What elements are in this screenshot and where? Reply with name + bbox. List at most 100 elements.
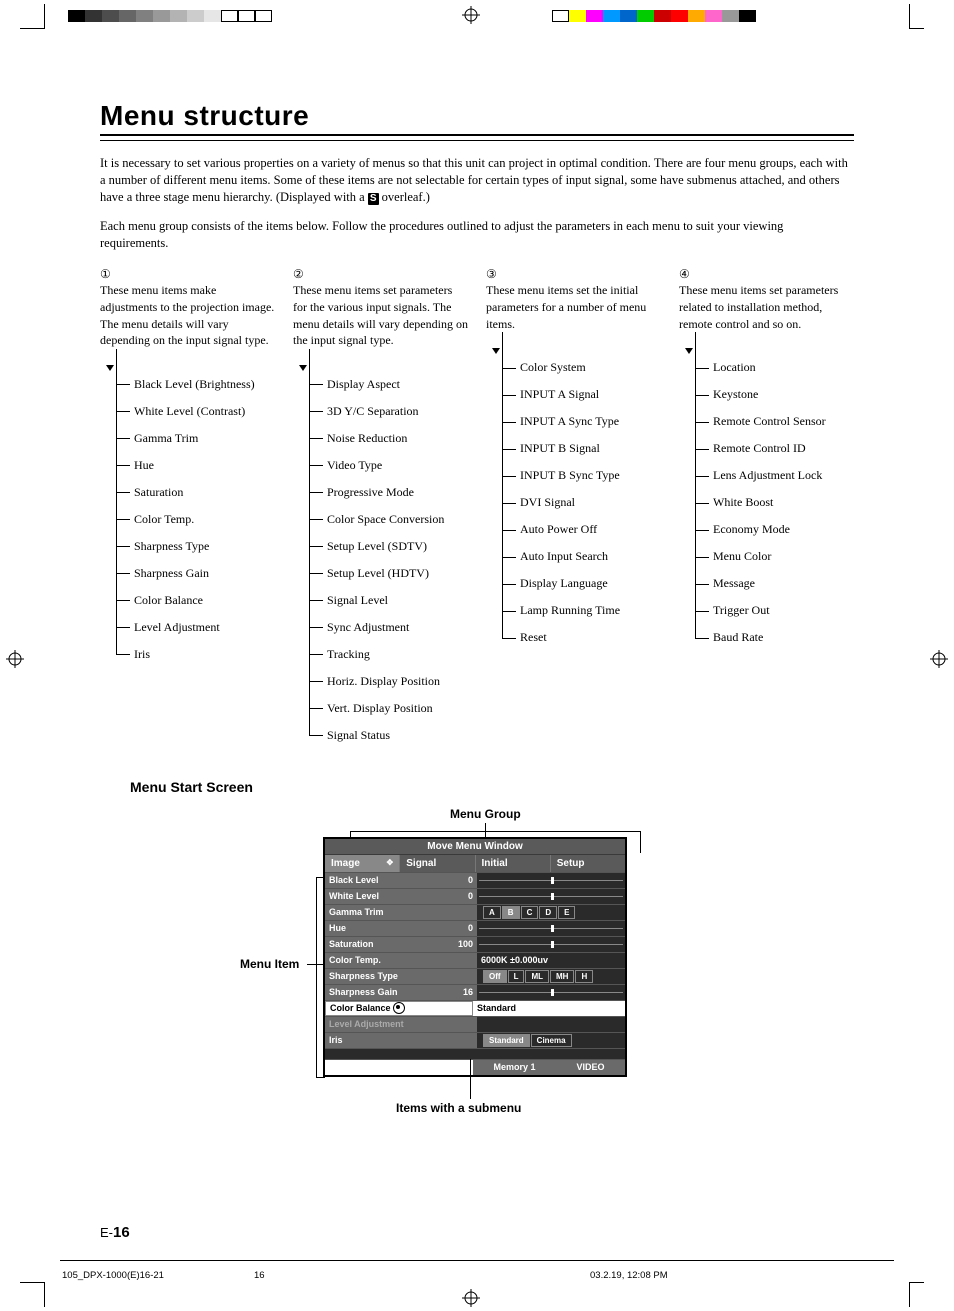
crop-mark (20, 1282, 45, 1307)
page-title: Menu structure (100, 100, 854, 132)
osd-row[interactable]: Color BalanceStandard (325, 1000, 625, 1016)
osd-row-label: Saturation100 (325, 937, 477, 952)
osd-row-value[interactable] (477, 985, 625, 1000)
print-colorbar-right (552, 10, 756, 22)
menu-tree-item: Location (695, 354, 854, 381)
menu-tree-item: Remote Control ID (695, 435, 854, 462)
registration-mark-top (462, 6, 480, 24)
menu-tree-item: Economy Mode (695, 516, 854, 543)
osd-tab[interactable]: Setup (551, 855, 625, 872)
menu-tree-item: Saturation (116, 479, 275, 506)
footer-date: 03.2.19, 12:08 PM (590, 1270, 668, 1281)
menu-tree-item: Signal Level (309, 587, 468, 614)
crop-mark (20, 4, 45, 29)
osd-row[interactable]: Gamma TrimABCDE (325, 904, 625, 920)
menu-tree-item: Color Space Conversion (309, 506, 468, 533)
osd-row[interactable]: IrisStandardCinema (325, 1032, 625, 1048)
menu-tree-item: Progressive Mode (309, 479, 468, 506)
osd-row-value[interactable]: 6000K ±0.000uv (477, 953, 625, 968)
menu-tree-item: INPUT A Signal (502, 381, 661, 408)
menu-tree-item: Color Balance (116, 587, 275, 614)
osd-foot-source: VIDEO (576, 1060, 604, 1075)
menu-tree-item: 3D Y/C Separation (309, 398, 468, 425)
osd-row-value[interactable]: OffLMLMHH (477, 969, 625, 984)
submenu-indicator-icon (393, 1002, 405, 1014)
menu-tree-item: Sharpness Gain (116, 560, 275, 587)
menu-columns: ① These menu items make adjustments to th… (100, 266, 854, 749)
page-number: E-16 (100, 1224, 130, 1241)
osd-row[interactable]: Saturation100 (325, 936, 625, 952)
column-desc: These menu items set parameters for the … (293, 283, 468, 347)
menu-tree-item: Auto Power Off (502, 516, 661, 543)
menu-tree-item: Lamp Running Time (502, 597, 661, 624)
registration-mark-right (930, 650, 948, 668)
osd-row[interactable]: Color Temp.6000K ±0.000uv (325, 952, 625, 968)
osd-row-label: Color Temp. (325, 953, 477, 968)
menu-column: ④ These menu items set parameters related… (679, 266, 854, 749)
osd-row-label: Sharpness Type (325, 969, 477, 984)
osd-row[interactable]: Sharpness Gain16 (325, 984, 625, 1000)
osd-row-label: Black Level0 (325, 873, 477, 888)
menu-tree: Black Level (Brightness)White Level (Con… (100, 371, 275, 668)
menu-tree-item: Remote Control Sensor (695, 408, 854, 435)
osd-tab[interactable]: Initial (476, 855, 551, 872)
osd-row-value[interactable] (477, 873, 625, 888)
label-menu-group: Menu Group (450, 807, 521, 821)
menu-tree-item: INPUT B Signal (502, 435, 661, 462)
column-desc: These menu items set parameters related … (679, 283, 838, 330)
menu-tree: Display Aspect3D Y/C SeparationNoise Red… (293, 371, 468, 749)
column-num: ④ (679, 267, 690, 281)
osd-row-value[interactable] (477, 937, 625, 952)
menu-tree-item: Signal Status (309, 722, 468, 749)
crop-mark (909, 4, 924, 29)
menu-tree-item: Color Temp. (116, 506, 275, 533)
menu-tree-item: Menu Color (695, 543, 854, 570)
menu-tree-item: Level Adjustment (116, 614, 275, 641)
registration-mark-bottom (462, 1289, 480, 1307)
menu-tree-item: Message (695, 570, 854, 597)
osd-row[interactable]: Hue0 (325, 920, 625, 936)
osd-row-label: White Level0 (325, 889, 477, 904)
osd-row-value[interactable] (477, 889, 625, 904)
menu-tree-item: Hue (116, 452, 275, 479)
menu-column: ① These menu items make adjustments to th… (100, 266, 293, 749)
menu-tree-item: Baud Rate (695, 624, 854, 651)
column-desc: These menu items make adjustments to the… (100, 283, 274, 347)
osd-row[interactable]: Level Adjustment (325, 1016, 625, 1032)
title-rule-thin (100, 140, 854, 141)
osd-row-value[interactable]: Standard (473, 1001, 625, 1016)
osd-tab[interactable]: Image ✥ (325, 855, 400, 872)
column-num: ② (293, 267, 304, 281)
s-badge-icon: S (368, 193, 379, 205)
menu-tree-item: DVI Signal (502, 489, 661, 516)
menu-tree-item: Setup Level (SDTV) (309, 533, 468, 560)
osd-row-label: Iris (325, 1033, 477, 1048)
menu-tree-item: Tracking (309, 641, 468, 668)
menu-tree-item: Black Level (Brightness) (116, 371, 275, 398)
osd-footer: Memory 1VIDEO (325, 1059, 625, 1075)
osd-row[interactable]: White Level0 (325, 888, 625, 904)
osd-menu-window: Move Menu Window Image ✥SignalInitialSet… (323, 837, 627, 1077)
osd-row-value[interactable] (477, 921, 625, 936)
menu-tree-item: Vert. Display Position (309, 695, 468, 722)
osd-row-label: Gamma Trim (325, 905, 477, 920)
menu-tree: LocationKeystoneRemote Control SensorRem… (679, 354, 854, 651)
label-menu-item: Menu Item (240, 957, 299, 971)
menu-tree-item: Iris (116, 641, 275, 668)
menu-column: ③These menu items set the initial parame… (486, 266, 679, 749)
menu-tree-item: Gamma Trim (116, 425, 275, 452)
footer-filename: 105_DPX-1000(E)16-21 (62, 1270, 164, 1281)
osd-row-value[interactable] (477, 1017, 625, 1032)
osd-row-value[interactable]: StandardCinema (477, 1033, 625, 1048)
osd-row[interactable]: Black Level0 (325, 872, 625, 888)
menu-tree-item: Color System (502, 354, 661, 381)
osd-tab[interactable]: Signal (400, 855, 475, 872)
osd-row[interactable]: Sharpness TypeOffLMLMHH (325, 968, 625, 984)
column-num: ① (100, 267, 111, 281)
menu-tree-item: Setup Level (HDTV) (309, 560, 468, 587)
osd-row-value[interactable]: ABCDE (477, 905, 625, 920)
menu-tree-item: Sync Adjustment (309, 614, 468, 641)
intro-paragraph-2: Each menu group consists of the items be… (100, 218, 854, 252)
title-rule-thick (100, 134, 854, 136)
column-num: ③ (486, 267, 497, 281)
